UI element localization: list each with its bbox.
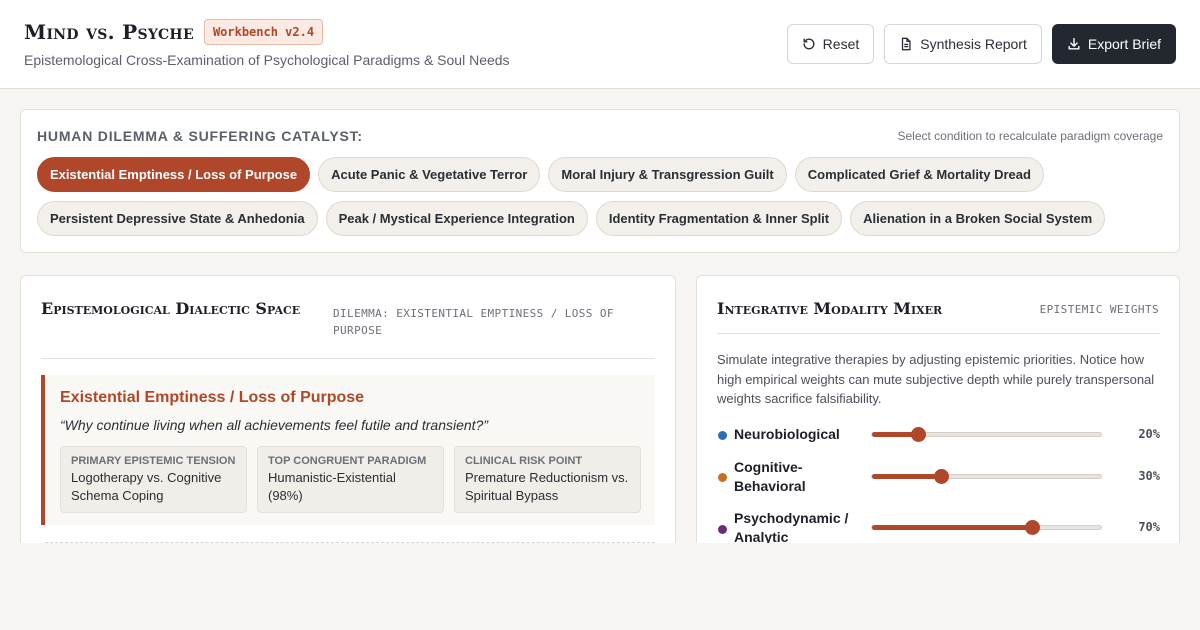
mixer-panel-title: Integrative Modality Mixer: [717, 299, 943, 318]
dilemma-facts: Primary Epistemic Tension Logotherapy vs…: [60, 446, 641, 513]
version-badge: Workbench v2.4: [203, 19, 324, 45]
app-title: Mind vs. Psyche: [24, 20, 194, 44]
mixer-row-label: Cognitive-Behavioral: [734, 459, 806, 494]
app-subtitle: Epistemological Cross-Examination of Psy…: [24, 52, 510, 68]
fact-value: Humanistic-Existential (98%): [268, 470, 396, 503]
synthesis-report-label: Synthesis Report: [920, 36, 1027, 52]
mixer-row-cognitive-behavioral: Cognitive-Behavioral 30%: [717, 457, 1160, 497]
fact-top-paradigm: Top Congruent Paradigm Humanistic-Existe…: [257, 446, 444, 513]
legend-dot: [718, 473, 727, 482]
top-bar: Mind vs. Psyche Workbench v2.4 Epistemol…: [0, 0, 1200, 89]
slider-thumb[interactable]: [1025, 520, 1041, 535]
legend-dot: [718, 431, 727, 440]
dashed-separator: [45, 542, 655, 543]
export-brief-button[interactable]: Export Brief: [1051, 24, 1176, 64]
export-brief-label: Export Brief: [1087, 36, 1161, 52]
reset-button[interactable]: Reset: [786, 24, 875, 64]
fact-label: Top Congruent Paradigm: [268, 455, 427, 467]
document-icon: [902, 37, 911, 51]
dilemma-chip-acute-panic[interactable]: Acute Panic & Vegetative Terror: [318, 157, 541, 192]
dilemma-quote: “Why continue living when all achievemen…: [60, 417, 489, 433]
fact-label: Primary Epistemic Tension: [71, 455, 236, 467]
slider-value: 70%: [1138, 520, 1160, 534]
mixer-row-label: Neurobiological: [734, 426, 840, 442]
fact-value: Premature Reductionism vs. Spiritual Byp…: [465, 470, 629, 503]
neurobiological-slider[interactable]: [871, 427, 1102, 442]
fact-primary-tension: Primary Epistemic Tension Logotherapy vs…: [60, 446, 247, 513]
psychodynamic-slider[interactable]: [871, 520, 1102, 535]
dilemma-name: Existential Emptiness / Loss of Purpose: [60, 389, 365, 406]
cognitive-behavioral-slider[interactable]: [871, 469, 1102, 484]
catalyst-hint: Select condition to recalculate paradigm…: [897, 129, 1164, 143]
dilemma-chip-group: Existential Emptiness / Loss of Purpose …: [37, 157, 1167, 236]
mixer-meta: EPISTEMIC WEIGHTS: [1039, 303, 1159, 316]
dilemma-card: Existential Emptiness / Loss of Purpose …: [41, 375, 655, 525]
slider-thumb[interactable]: [933, 469, 949, 484]
dilemma-chip-depressive-state[interactable]: Persistent Depressive State & Anhedonia: [37, 201, 318, 236]
legend-dot: [718, 525, 727, 534]
reset-button-label: Reset: [822, 36, 860, 52]
dilemma-selector-panel: HUMAN DILEMMA & SUFFERING CATALYST: Sele…: [20, 109, 1180, 253]
modality-mixer-panel: Integrative Modality Mixer EPISTEMIC WEI…: [696, 275, 1180, 543]
fact-clinical-risk: Clinical Risk Point Premature Reductioni…: [454, 446, 641, 513]
mixer-row-neurobiological: Neurobiological 20%: [717, 425, 1160, 445]
dilemma-chip-peak-experience[interactable]: Peak / Mystical Experience Integration: [325, 201, 588, 236]
mixer-row-label: Psychodynamic / Analytic: [734, 510, 849, 543]
dialectic-panel-title: Epistemological Dialectic Space: [41, 299, 301, 318]
panel-divider: [41, 358, 655, 359]
reset-icon: [803, 38, 815, 50]
slider-value: 30%: [1138, 469, 1160, 483]
fact-label: Clinical Risk Point: [465, 455, 583, 467]
download-icon: [1068, 38, 1080, 50]
brand: Mind vs. Psyche Workbench v2.4: [24, 19, 324, 45]
dilemma-chip-identity-fragmentation[interactable]: Identity Fragmentation & Inner Split: [595, 201, 843, 236]
slider-value: 20%: [1138, 427, 1160, 441]
slider-fill: [872, 474, 941, 479]
dilemma-chip-social-alienation[interactable]: Alienation in a Broken Social System: [850, 201, 1106, 236]
dilemma-chip-moral-injury[interactable]: Moral Injury & Transgression Guilt: [548, 157, 787, 192]
slider-fill: [872, 525, 1033, 530]
dilemma-chip-complicated-grief[interactable]: Complicated Grief & Mortality Dread: [794, 157, 1044, 192]
fact-value: Logotherapy vs. Cognitive Schema Coping: [71, 470, 222, 503]
dilemma-chip-existential-emptiness[interactable]: Existential Emptiness / Loss of Purpose: [37, 157, 311, 192]
dialectic-dilemma-meta: DILEMMA: EXISTENTIAL EMPTINESS / LOSS OF…: [333, 307, 614, 337]
header-actions: Reset Synthesis Report Export Brief: [786, 24, 1176, 64]
slider-thumb[interactable]: [910, 427, 926, 442]
synthesis-report-button[interactable]: Synthesis Report: [884, 24, 1042, 64]
mixer-description: Simulate integrative therapies by adjust…: [717, 352, 1155, 406]
dialectic-panel: Epistemological Dialectic Space DILEMMA:…: [20, 275, 676, 543]
panel-divider: [717, 333, 1160, 334]
mixer-row-psychodynamic: Psychodynamic / Analytic 70%: [717, 508, 1160, 543]
catalyst-label: HUMAN DILEMMA & SUFFERING CATALYST:: [37, 128, 363, 144]
